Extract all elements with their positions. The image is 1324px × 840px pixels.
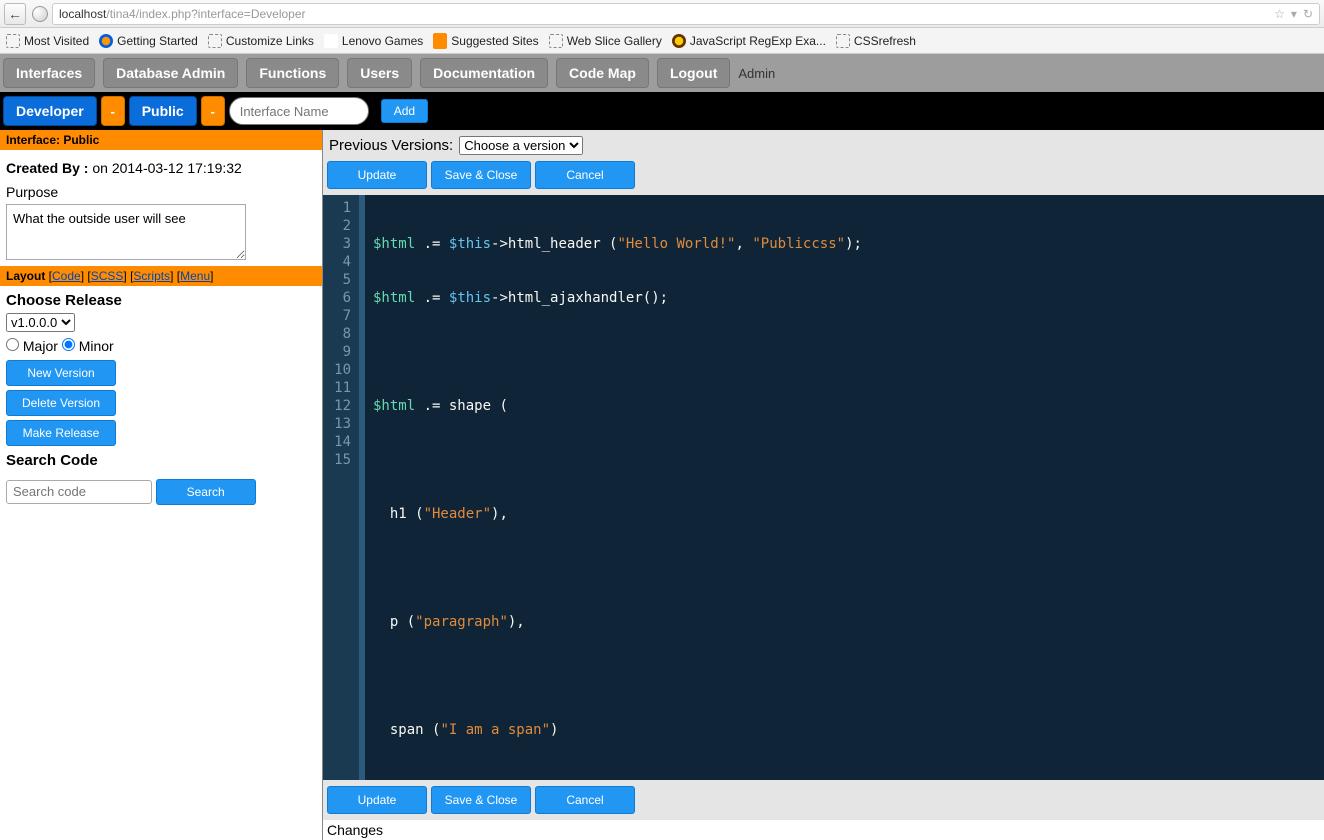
search-code-header: Search Code bbox=[6, 452, 316, 469]
changes-label: Changes bbox=[323, 820, 1324, 840]
bookmark-icon bbox=[433, 33, 447, 49]
developer-remove-button[interactable]: - bbox=[101, 96, 125, 126]
nav-interfaces[interactable]: Interfaces bbox=[3, 58, 95, 88]
minor-radio[interactable]: Minor bbox=[62, 338, 114, 354]
bookmark-getting-started[interactable]: Getting Started bbox=[99, 34, 198, 48]
cancel-button-top[interactable]: Cancel bbox=[535, 161, 635, 189]
add-button[interactable]: Add bbox=[381, 99, 428, 123]
bookmark-icon bbox=[208, 34, 222, 48]
bookmark-icon bbox=[549, 34, 563, 48]
browser-url-bar: ← localhost/tina4/index.php?interface=De… bbox=[0, 0, 1324, 28]
main-nav: Interfaces Database Admin Functions User… bbox=[0, 54, 1324, 92]
search-code-input[interactable] bbox=[6, 480, 152, 504]
back-button[interactable]: ← bbox=[4, 3, 26, 25]
version-select[interactable]: Choose a version bbox=[459, 136, 583, 155]
bookmark-icon bbox=[672, 34, 686, 48]
bookmark-star-icon[interactable]: ☆ bbox=[1274, 7, 1285, 21]
editor-actions-top: Update Save & Close Cancel bbox=[323, 161, 1324, 195]
new-version-button[interactable]: New Version bbox=[6, 360, 116, 386]
bookmark-js-regexp[interactable]: JavaScript RegExp Exa... bbox=[672, 34, 826, 48]
code-content[interactable]: $html .= $this->html_header ("Hello Worl… bbox=[365, 195, 870, 780]
layout-scss-link[interactable]: SCSS bbox=[91, 269, 124, 283]
delete-version-button[interactable]: Delete Version bbox=[6, 390, 116, 416]
version-type-radios: Major Minor bbox=[6, 338, 316, 354]
purpose-textarea[interactable]: What the outside user will see bbox=[6, 204, 246, 260]
previous-versions-row: Previous Versions: Choose a version bbox=[323, 130, 1324, 161]
nav-database-admin[interactable]: Database Admin bbox=[103, 58, 238, 88]
bookmark-icon bbox=[324, 34, 338, 48]
reload-icon[interactable]: ↻ bbox=[1303, 7, 1313, 21]
nav-functions[interactable]: Functions bbox=[246, 58, 339, 88]
admin-label: Admin bbox=[738, 66, 775, 81]
code-editor[interactable]: 123456789101112131415 $html .= $this->ht… bbox=[323, 195, 1324, 780]
nav-codemap[interactable]: Code Map bbox=[556, 58, 649, 88]
created-by: Created By : on 2014-03-12 17:19:32 bbox=[6, 160, 316, 176]
save-close-button-top[interactable]: Save & Close bbox=[431, 161, 531, 189]
previous-versions-label: Previous Versions: bbox=[329, 137, 453, 154]
major-radio[interactable]: Major bbox=[6, 338, 58, 354]
bookmark-icon bbox=[6, 34, 20, 48]
interface-toolbar: Developer - Public - Add bbox=[0, 92, 1324, 130]
release-header: Choose Release bbox=[6, 292, 316, 309]
bookmark-suggested-sites[interactable]: Suggested Sites bbox=[433, 33, 538, 49]
bookmark-customize-links[interactable]: Customize Links bbox=[208, 34, 314, 48]
interface-header: Interface: Public bbox=[0, 130, 322, 150]
bookmark-lenovo-games[interactable]: Lenovo Games bbox=[324, 34, 423, 48]
layout-code-link[interactable]: Code bbox=[52, 269, 81, 283]
url-host: localhost bbox=[59, 7, 106, 21]
sidebar: Interface: Public Created By : on 2014-0… bbox=[0, 130, 322, 840]
update-button-bottom[interactable]: Update bbox=[327, 786, 427, 814]
make-release-button[interactable]: Make Release bbox=[6, 420, 116, 446]
url-input[interactable]: localhost/tina4/index.php?interface=Deve… bbox=[52, 3, 1320, 25]
firefox-icon bbox=[99, 34, 113, 48]
line-gutter: 123456789101112131415 bbox=[323, 195, 359, 780]
bookmark-web-slice[interactable]: Web Slice Gallery bbox=[549, 34, 662, 48]
editor-actions-bottom: Update Save & Close Cancel bbox=[323, 780, 1324, 820]
layout-menu-link[interactable]: Menu bbox=[180, 269, 210, 283]
save-close-button-bottom[interactable]: Save & Close bbox=[431, 786, 531, 814]
search-button[interactable]: Search bbox=[156, 479, 256, 505]
nav-users[interactable]: Users bbox=[347, 58, 412, 88]
layout-scripts-link[interactable]: Scripts bbox=[133, 269, 170, 283]
url-right-icons: ☆ ▾ ↻ bbox=[1274, 7, 1313, 21]
globe-icon bbox=[32, 6, 48, 22]
url-path: /tina4/index.php?interface=Developer bbox=[106, 7, 305, 21]
bookmark-icon bbox=[836, 34, 850, 48]
interface-name-input[interactable] bbox=[229, 97, 369, 125]
public-button[interactable]: Public bbox=[129, 96, 197, 126]
purpose-label: Purpose bbox=[6, 184, 316, 200]
cancel-button-bottom[interactable]: Cancel bbox=[535, 786, 635, 814]
bookmark-cssrefresh[interactable]: CSSrefresh bbox=[836, 34, 916, 48]
developer-button[interactable]: Developer bbox=[3, 96, 97, 126]
bookmark-most-visited[interactable]: Most Visited bbox=[6, 34, 89, 48]
nav-logout[interactable]: Logout bbox=[657, 58, 730, 88]
bookmarks-bar: Most Visited Getting Started Customize L… bbox=[0, 28, 1324, 54]
update-button-top[interactable]: Update bbox=[327, 161, 427, 189]
dropdown-icon[interactable]: ▾ bbox=[1291, 7, 1297, 21]
release-select[interactable]: v1.0.0.0 bbox=[6, 313, 75, 332]
editor-panel: Previous Versions: Choose a version Upda… bbox=[322, 130, 1324, 840]
public-remove-button[interactable]: - bbox=[201, 96, 225, 126]
layout-tabs: Layout [Code] [SCSS] [Scripts] [Menu] bbox=[0, 266, 322, 286]
nav-documentation[interactable]: Documentation bbox=[420, 58, 548, 88]
main-area: Interface: Public Created By : on 2014-0… bbox=[0, 130, 1324, 840]
